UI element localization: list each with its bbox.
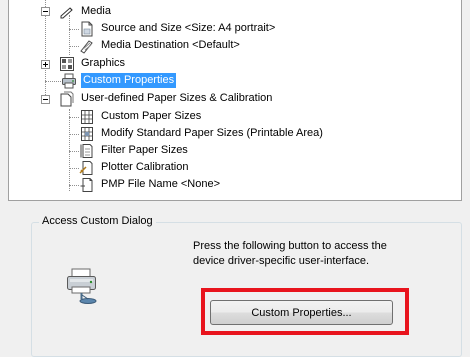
tree-item-media-destination[interactable]: Media Destination <Default> <box>79 37 242 54</box>
device-printer-icon <box>67 268 97 304</box>
tree-item-label: Plotter Calibration <box>101 161 189 173</box>
tree-guide-line <box>69 151 79 152</box>
custom-properties-button[interactable]: Custom Properties... <box>210 300 393 325</box>
media-destination-icon <box>80 39 93 54</box>
tree-item-label: Custom Paper Sizes <box>101 110 202 122</box>
custom-properties-printer-icon <box>62 73 76 88</box>
filter-paper-icon <box>80 143 93 158</box>
tree-item-custom-properties[interactable]: Custom Properties <box>61 72 177 89</box>
tree-guide-line <box>69 109 70 191</box>
tree-item-label: User-defined Paper Sizes & Calibration <box>81 92 273 104</box>
tree-item-graphics[interactable]: Graphics <box>59 55 127 72</box>
tree-item-label: PMP File Name <None> <box>101 178 221 190</box>
tree-item-pmp-file-name[interactable]: PMP File Name <None> <box>79 176 222 193</box>
tree-guide-line <box>69 134 79 135</box>
settings-tree[interactable]: Media Source and Size <Size: A4 portrait… <box>8 0 462 201</box>
tree-item-filter-paper-sizes[interactable]: Filter Paper Sizes <box>79 142 190 159</box>
tree-guide-line <box>69 117 79 118</box>
tree-item-media[interactable]: Media <box>59 3 113 20</box>
tree-item-source-and-size[interactable]: Source and Size <Size: A4 portrait> <box>79 20 277 37</box>
tree-guide-line <box>45 81 61 82</box>
tree-guide-line <box>69 15 70 55</box>
tree-item-label: Media Destination <Default> <box>101 39 240 51</box>
plotter-calibration-icon <box>79 160 93 175</box>
tree-item-label: Modify Standard Paper Sizes (Printable A… <box>101 127 323 139</box>
tree-guide-line <box>69 29 79 30</box>
access-instructions-text: Press the following button to access the… <box>193 240 387 267</box>
tree-item-label: Media <box>81 5 111 17</box>
pmp-file-icon <box>80 177 93 192</box>
paper-sizes-icon <box>60 91 74 106</box>
tree-item-plotter-calibration[interactable]: Plotter Calibration <box>79 159 190 176</box>
custom-paper-sizes-icon <box>81 109 93 124</box>
graphics-expand-toggle[interactable] <box>41 60 50 69</box>
tree-guide-line <box>69 185 79 186</box>
media-pencil-icon <box>60 6 73 18</box>
tree-item-label: Graphics <box>81 57 126 69</box>
tree-item-label: Source and Size <Size: A4 portrait> <box>101 22 276 34</box>
access-custom-dialog-title: Access Custom Dialog <box>39 215 156 227</box>
tree-item-label: Filter Paper Sizes <box>101 144 188 156</box>
tree-item-custom-paper-sizes[interactable]: Custom Paper Sizes <box>79 108 203 125</box>
paper-sizes-collapse-toggle[interactable] <box>41 95 50 104</box>
modify-paper-sizes-icon <box>81 126 93 141</box>
media-collapse-toggle[interactable] <box>41 7 50 16</box>
page-size-icon <box>81 21 93 36</box>
tree-item-modify-standard-paper-sizes[interactable]: Modify Standard Paper Sizes (Printable A… <box>79 125 325 142</box>
tree-item-user-defined-paper-sizes[interactable]: User-defined Paper Sizes & Calibration <box>59 90 274 107</box>
graphics-icon <box>60 56 74 71</box>
tree-item-label: Custom Properties <box>81 73 177 88</box>
tree-guide-line <box>69 168 79 169</box>
tree-guide-line <box>69 46 79 47</box>
